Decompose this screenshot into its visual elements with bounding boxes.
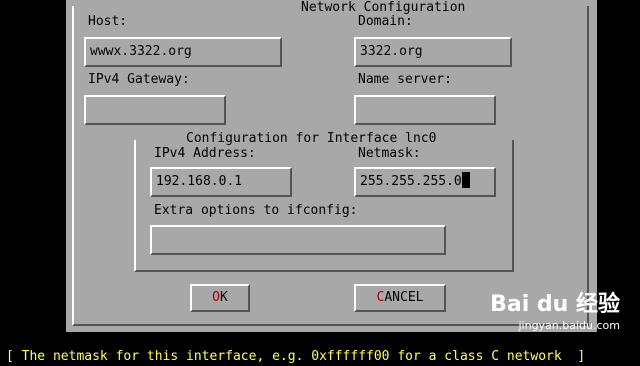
network-config-dialog: Network Configuration Host: wwwx.3322.or…: [66, 0, 597, 332]
text-cursor: [461, 172, 470, 188]
ok-button[interactable]: OK: [190, 284, 250, 312]
gateway-label: IPv4 Gateway:: [88, 72, 190, 87]
ok-label-rest: K: [220, 290, 228, 305]
watermark-url: jingyan.baidu.com: [518, 319, 620, 332]
ipv4-field[interactable]: 192.168.0.1: [150, 167, 292, 197]
cancel-label-rest: ANCEL: [384, 290, 424, 305]
status-line: [ The netmask for this interface, e.g. 0…: [0, 347, 640, 366]
nameserver-label: Name server:: [358, 72, 452, 87]
host-field[interactable]: wwwx.3322.org: [84, 37, 282, 67]
interface-title: Configuration for Interface lnc0: [180, 131, 443, 147]
watermark-logo: Bai du 经验: [490, 292, 620, 317]
baidu-watermark: Bai du 经验 jingyan.baidu.com: [490, 292, 620, 334]
cancel-button[interactable]: CANCEL: [354, 284, 446, 312]
domain-label: Domain:: [358, 14, 413, 29]
netmask-value: 255.255.255.0: [360, 174, 462, 189]
extra-options-label: Extra options to ifconfig:: [154, 203, 358, 218]
ipv4-label: IPv4 Address:: [154, 146, 256, 161]
extra-options-field[interactable]: [150, 225, 446, 255]
host-label: Host:: [88, 14, 128, 29]
netmask-label: Netmask:: [358, 146, 421, 161]
nameserver-field[interactable]: [354, 95, 496, 125]
netmask-field[interactable]: 255.255.255.0: [354, 167, 496, 197]
ok-hotkey: O: [212, 290, 220, 305]
domain-field[interactable]: 3322.org: [354, 37, 512, 67]
gateway-field[interactable]: [84, 95, 226, 125]
